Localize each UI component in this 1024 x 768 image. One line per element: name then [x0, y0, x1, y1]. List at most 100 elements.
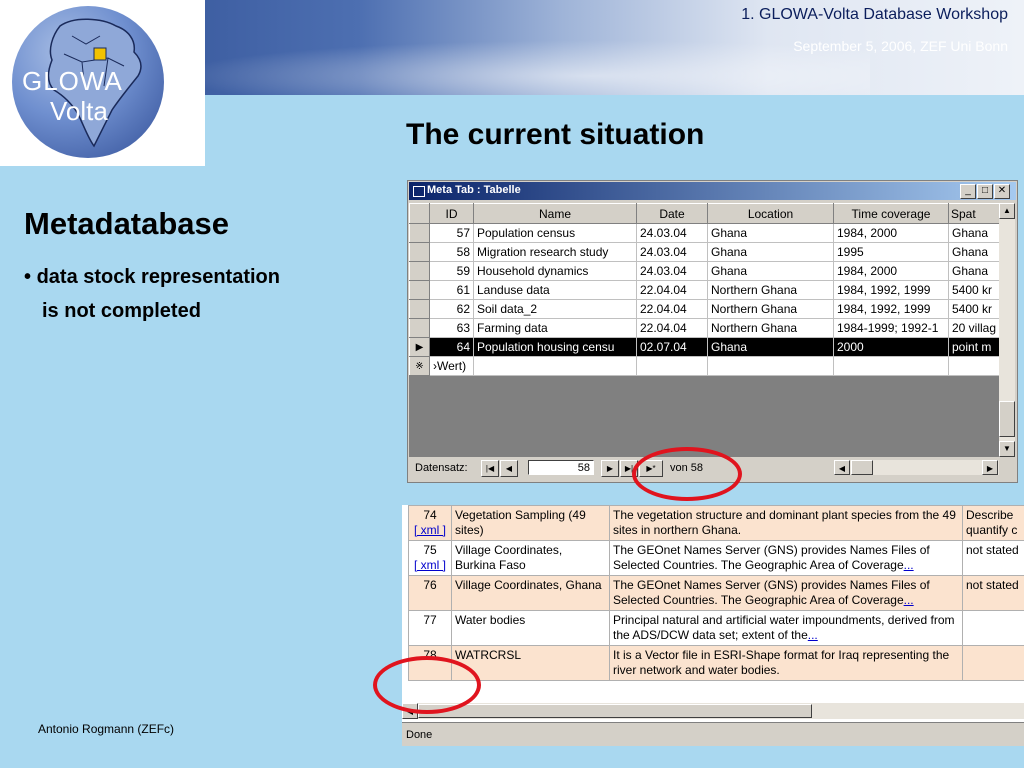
- cell-time-coverage[interactable]: 1984, 2000: [833, 223, 949, 243]
- column-header-id[interactable]: ID: [429, 203, 474, 224]
- scroll-left-icon[interactable]: ◀: [834, 460, 850, 475]
- cell-location[interactable]: Northern Ghana: [707, 280, 834, 300]
- record-number-field[interactable]: 58: [528, 460, 594, 475]
- column-header-name[interactable]: Name: [473, 203, 637, 224]
- cell-name[interactable]: Migration research study: [473, 242, 637, 262]
- cell-id[interactable]: 62: [429, 299, 474, 319]
- table-row[interactable]: 63 Farming data 22.04.04 Northern Ghana …: [409, 318, 999, 338]
- scroll-thumb[interactable]: [999, 401, 1015, 437]
- highlight-circle-row-78: [373, 656, 481, 714]
- scroll-right-icon[interactable]: ▶: [982, 460, 998, 475]
- corner-cell[interactable]: [409, 203, 430, 224]
- cell-name[interactable]: Landuse data: [473, 280, 637, 300]
- cell-time-coverage[interactable]: 1984-1999; 1992-1: [833, 318, 949, 338]
- cell-spatial[interactable]: point m: [948, 337, 999, 357]
- cell-location[interactable]: Northern Ghana: [707, 318, 834, 338]
- table-row: 78 WATRCRSL It is a Vector file in ESRI-…: [408, 645, 1024, 681]
- row-selector[interactable]: [409, 280, 430, 300]
- current-record-arrow-icon[interactable]: ▶: [409, 337, 430, 357]
- cell-extra: Describe quantify c: [962, 505, 1024, 541]
- cell-location[interactable]: Ghana: [707, 223, 834, 243]
- cell-id[interactable]: 59: [429, 261, 474, 281]
- cell-location[interactable]: Ghana: [707, 261, 834, 281]
- cell-spatial[interactable]: Ghana: [948, 223, 999, 243]
- cell-location[interactable]: [707, 356, 834, 376]
- table-row[interactable]: 57 Population census 24.03.04 Ghana 1984…: [409, 223, 999, 243]
- cell-location[interactable]: Ghana: [707, 337, 834, 357]
- cell-name[interactable]: Household dynamics: [473, 261, 637, 281]
- new-record-icon[interactable]: ※: [409, 356, 430, 376]
- cell-time-coverage[interactable]: [833, 356, 949, 376]
- cell-date[interactable]: 22.04.04: [636, 299, 708, 319]
- horizontal-scrollbar[interactable]: ◀ ▶: [834, 460, 999, 475]
- table-row[interactable]: 59 Household dynamics 24.03.04 Ghana 198…: [409, 261, 999, 281]
- cell-date[interactable]: 02.07.04: [636, 337, 708, 357]
- more-link[interactable]: ...: [808, 628, 818, 642]
- next-record-icon[interactable]: ▶: [601, 460, 619, 477]
- previous-record-icon[interactable]: ◀: [500, 460, 518, 477]
- vertical-scrollbar[interactable]: ▲ ▼: [999, 203, 1015, 457]
- workshop-title: 1. GLOWA-Volta Database Workshop: [741, 6, 1008, 23]
- more-link[interactable]: ...: [904, 593, 914, 607]
- table-row-selected[interactable]: ▶ 64 Population housing censu 02.07.04 G…: [409, 337, 999, 357]
- window-titlebar[interactable]: Meta Tab : Tabelle _ □ ✕: [409, 182, 1016, 200]
- first-record-icon[interactable]: |◀: [481, 460, 499, 477]
- cell-spatial[interactable]: 5400 kr: [948, 299, 999, 319]
- table-row[interactable]: 58 Migration research study 24.03.04 Gha…: [409, 242, 999, 262]
- row-selector[interactable]: [409, 242, 430, 262]
- row-selector[interactable]: [409, 223, 430, 243]
- row-selector[interactable]: [409, 261, 430, 281]
- table-row: 77 Water bodies Principal natural and ar…: [408, 610, 1024, 646]
- cell-date[interactable]: 24.03.04: [636, 223, 708, 243]
- minimize-button[interactable]: _: [960, 184, 976, 199]
- browser-horizontal-scrollbar[interactable]: ◀: [402, 703, 1024, 719]
- cell-spatial[interactable]: 20 villag: [948, 318, 999, 338]
- cell-time-coverage[interactable]: 2000: [833, 337, 949, 357]
- cell-date[interactable]: 22.04.04: [636, 280, 708, 300]
- table-row[interactable]: 62 Soil data_2 22.04.04 Northern Ghana 1…: [409, 299, 999, 319]
- cell-spatial[interactable]: 5400 kr: [948, 280, 999, 300]
- cell-date[interactable]: 24.03.04: [636, 242, 708, 262]
- cell-name[interactable]: Farming data: [473, 318, 637, 338]
- browser-scroll-thumb[interactable]: [418, 704, 812, 718]
- cell-time-coverage[interactable]: 1995: [833, 242, 949, 262]
- cell-name[interactable]: Population housing censu: [473, 337, 637, 357]
- cell-time-coverage[interactable]: 1984, 1992, 1999: [833, 299, 949, 319]
- scroll-down-icon[interactable]: ▼: [999, 441, 1015, 457]
- column-header-spatial[interactable]: Spat: [948, 203, 999, 224]
- cell-name[interactable]: Population census: [473, 223, 637, 243]
- cell-spatial[interactable]: [948, 356, 999, 376]
- horizontal-scroll-thumb[interactable]: [851, 460, 873, 475]
- cell-location[interactable]: Ghana: [707, 242, 834, 262]
- cell-id[interactable]: 57: [429, 223, 474, 243]
- cell-id-new[interactable]: ›Wert): [429, 356, 474, 376]
- cell-name[interactable]: Soil data_2: [473, 299, 637, 319]
- column-header-time-coverage[interactable]: Time coverage: [833, 203, 949, 224]
- cell-location[interactable]: Northern Ghana: [707, 299, 834, 319]
- cell-date[interactable]: 22.04.04: [636, 318, 708, 338]
- cell-spatial[interactable]: Ghana: [948, 261, 999, 281]
- cell-name[interactable]: [473, 356, 637, 376]
- scroll-up-icon[interactable]: ▲: [999, 203, 1015, 219]
- close-button[interactable]: ✕: [994, 184, 1010, 199]
- new-record-row[interactable]: ※ ›Wert): [409, 356, 999, 376]
- table-row[interactable]: 61 Landuse data 22.04.04 Northern Ghana …: [409, 280, 999, 300]
- cell-date[interactable]: [636, 356, 708, 376]
- xml-link[interactable]: [ xml ]: [414, 523, 446, 537]
- cell-date[interactable]: 24.03.04: [636, 261, 708, 281]
- cell-time-coverage[interactable]: 1984, 2000: [833, 261, 949, 281]
- cell-id[interactable]: 61: [429, 280, 474, 300]
- cell-id[interactable]: 63: [429, 318, 474, 338]
- record-label: Datensatz:: [415, 462, 468, 474]
- cell-spatial[interactable]: Ghana: [948, 242, 999, 262]
- cell-id[interactable]: 64: [429, 337, 474, 357]
- column-header-date[interactable]: Date: [636, 203, 708, 224]
- row-selector[interactable]: [409, 318, 430, 338]
- column-header-location[interactable]: Location: [707, 203, 834, 224]
- more-link[interactable]: ...: [904, 558, 914, 572]
- cell-id[interactable]: 58: [429, 242, 474, 262]
- maximize-button[interactable]: □: [977, 184, 993, 199]
- row-selector[interactable]: [409, 299, 430, 319]
- xml-link[interactable]: [ xml ]: [414, 558, 446, 572]
- cell-time-coverage[interactable]: 1984, 1992, 1999: [833, 280, 949, 300]
